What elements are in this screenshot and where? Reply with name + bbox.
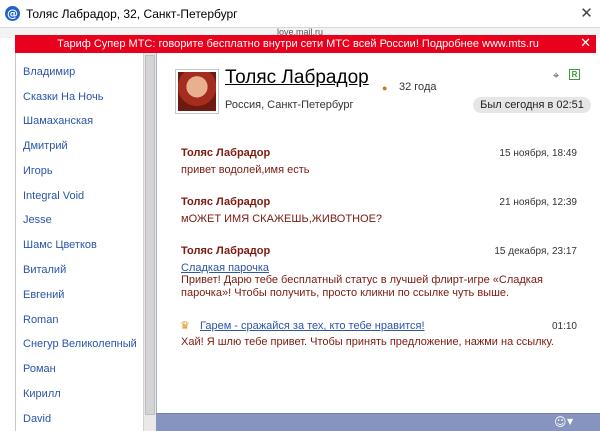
window-title: Толяс Лабрадор, 32, Санкт-Петербург	[26, 7, 238, 21]
window-frame-left	[0, 53, 15, 431]
smiley-icon[interactable]: ☺	[554, 415, 567, 430]
message-text: привет водолей,имя есть	[181, 164, 310, 176]
sidebar-scrollbar[interactable]	[143, 53, 156, 431]
chevron-down-icon[interactable]: ▼	[567, 417, 573, 426]
message-date: 15 ноября, 18:49	[499, 148, 577, 159]
mail-ru-agent-icon: @	[5, 6, 20, 21]
ad-banner-close-icon[interactable]: ✕	[580, 36, 591, 52]
ad-banner-text[interactable]: Тариф Супер МТС: говорите бесплатно внут…	[15, 38, 581, 50]
sweet-couple-link[interactable]: Сладкая парочка	[181, 262, 269, 274]
window-close-button[interactable]: ✕	[577, 3, 596, 23]
r-badge-icon[interactable]: R	[569, 69, 580, 80]
sidebar-item-contact[interactable]: Jesse	[23, 214, 52, 226]
harem-game-link[interactable]: Гарем - сражайся за тех, кто тебе нравит…	[200, 320, 425, 332]
sidebar-item-contact[interactable]: Снегур Великолепный	[23, 338, 137, 350]
sidebar-item-contact[interactable]: Шамаханская	[23, 115, 93, 127]
sidebar-item-contact[interactable]: Roman	[23, 314, 58, 326]
message-author: Толяс Лабрадор	[181, 196, 271, 208]
sidebar-item-contact[interactable]: Виталий	[23, 264, 66, 276]
sidebar-item-contact[interactable]: Integral Void	[23, 190, 84, 202]
sidebar-item-contact[interactable]: Игорь	[23, 165, 53, 177]
zodiac-icon: ●	[382, 83, 388, 93]
contact-sidebar: Владимир Сказки На Ночь Шамаханская Дмит…	[15, 53, 143, 431]
message-text: Хай! Я шлю тебе привет. Чтобы принять пр…	[181, 336, 554, 348]
message-time: 01:10	[551, 321, 577, 332]
sidebar-item-contact[interactable]: Владимир	[23, 66, 75, 78]
profile-name-link[interactable]: Толяс Лабрадор	[225, 67, 369, 89]
sidebar-item-contact[interactable]: Кирилл	[23, 388, 61, 400]
profile-age: 32 года	[399, 81, 437, 93]
message-text: Привет! Дарю тебе бесплатный статус в лу…	[181, 274, 543, 299]
sidebar-item-contact[interactable]: Шамс Цветков	[23, 239, 97, 251]
message-date: 15 декабря, 23:17	[494, 246, 577, 257]
message-toolbar: ☺ ▼	[156, 413, 600, 431]
sidebar-scroll-thumb[interactable]	[145, 55, 155, 415]
window-titlebar: @ Толяс Лабрадор, 32, Санкт-Петербург ✕	[0, 0, 600, 28]
profile-location: Россия, Санкт-Петербург	[225, 99, 354, 111]
sidebar-item-contact[interactable]: Сказки На Ночь	[23, 91, 103, 103]
binoculars-icon[interactable]: ⌖	[553, 69, 559, 83]
ad-banner[interactable]: Тариф Супер МТС: говорите бесплатно внут…	[15, 35, 596, 53]
avatar[interactable]	[175, 69, 219, 114]
sidebar-item-contact[interactable]: Роман	[23, 363, 56, 375]
avatar-photo	[178, 72, 216, 111]
message-date: 21 ноября, 12:39	[499, 197, 577, 208]
sidebar-item-contact[interactable]: Евгений	[23, 289, 64, 301]
sidebar-item-contact[interactable]: David	[23, 413, 51, 425]
sidebar-item-contact[interactable]: Дмитрий	[23, 140, 68, 152]
last-seen-badge: Был сегодня в 02:51	[473, 97, 591, 113]
message-text: мОЖЕТ ИМЯ СКАЖЕШЬ,ЖИВОТНОЕ?	[181, 213, 383, 225]
message-author: Толяс Лабрадор	[181, 147, 271, 159]
crown-icon: ♛	[180, 319, 190, 332]
message-author: Толяс Лабрадор	[181, 245, 271, 257]
chat-panel: Толяс Лабрадор ● 32 года ⌖ R Россия, Сан…	[156, 53, 600, 431]
